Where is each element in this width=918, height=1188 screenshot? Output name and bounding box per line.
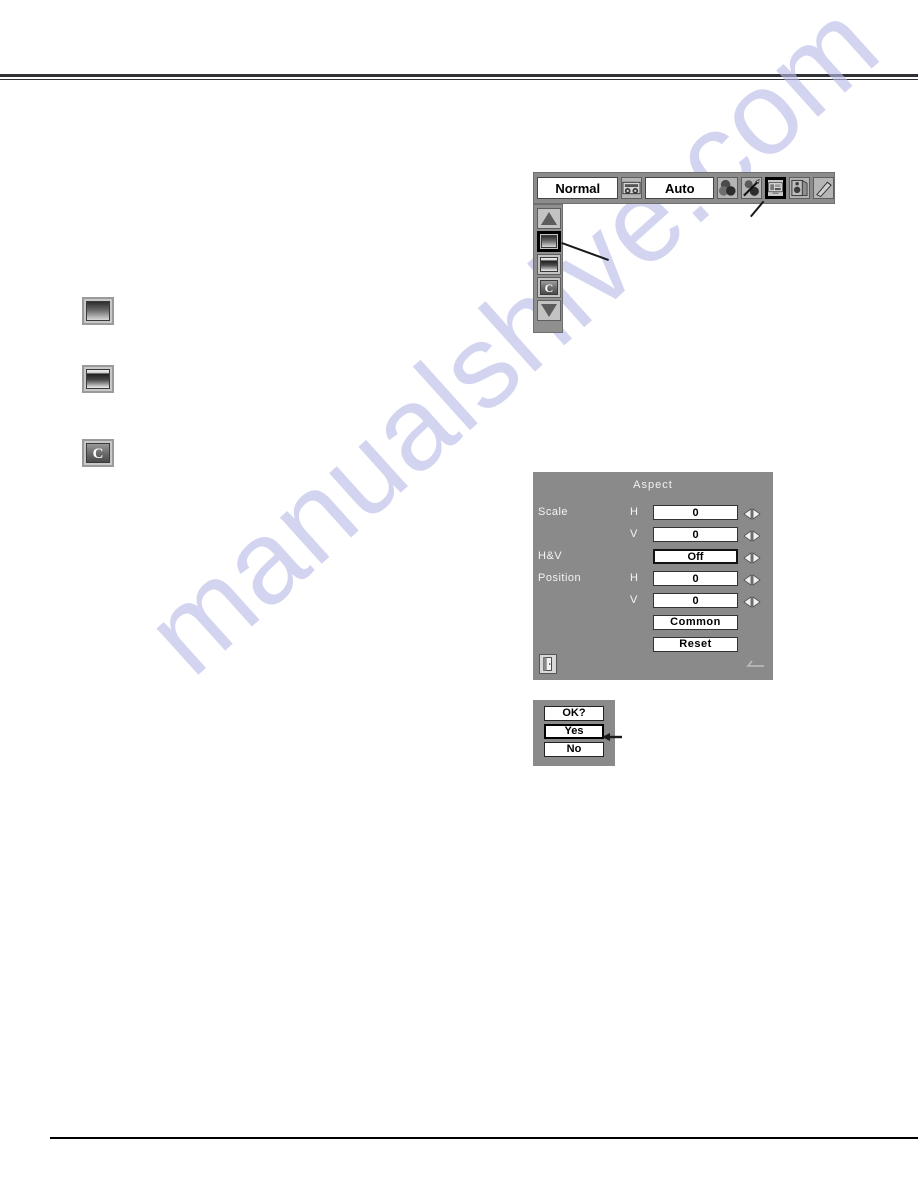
margin-screen-wide-icon [82,365,114,393]
input-mode-field[interactable]: Normal [537,177,619,199]
scroll-up-button[interactable] [537,208,561,229]
row-sublabel: H [630,572,638,584]
confirm-question: OK? [544,706,604,721]
aspect-dialog-title: Aspect [633,479,673,491]
no-button[interactable]: No [544,742,604,757]
position-h-value[interactable]: 0 [653,571,738,586]
screen-wide-glyph [540,257,558,272]
header-rule-thin [0,79,918,80]
left-right-arrows-icon [743,530,761,542]
margin-screen-normal-icon [82,297,114,325]
row-label: H&V [538,550,563,562]
screen-custom-glyph: C [540,280,558,295]
aspect-row-scale-v: V 0 [533,527,773,543]
left-arrow-pointer-icon [601,730,623,742]
image-adjust-icon[interactable] [741,177,762,199]
color-adjust-icon[interactable] [717,177,738,199]
screen-normal-item[interactable] [537,231,561,252]
reset-button[interactable]: Reset [653,637,738,652]
triangle-up-icon [541,212,557,225]
exit-door-icon[interactable] [539,654,557,674]
screen-aspect-icon[interactable] [765,177,786,199]
callout-line-screen-item [561,242,609,261]
row-label: Position [538,572,582,584]
paintbrush-glyph [743,178,760,197]
hv-value[interactable]: Off [653,549,738,564]
screen-aspect-glyph [768,182,783,194]
screen-wide-glyph [86,369,110,389]
header-rule-thick [0,74,918,77]
row-sublabel: V [630,594,638,606]
aspect-row-scale-h: Scale H 0 [533,505,773,521]
back-arrow-glyph [746,660,764,667]
aspect-dialog: Aspect Scale H 0 V 0 H&V Off Position H … [533,472,773,680]
osd-menu-bar: Normal Auto [533,172,835,204]
scroll-down-button[interactable] [537,300,561,321]
pencil-glyph [816,181,832,198]
aspect-row-hv: H&V Off [533,549,773,565]
screen-custom-glyph: C [86,443,110,463]
back-arrow-icon [743,657,765,669]
triangle-down-icon [541,304,557,317]
footer-rule [50,1137,918,1139]
row-label: Scale [538,506,569,518]
osd-aspect-sidebar: C [533,204,563,333]
screen-full-glyph [86,301,110,321]
aspect-row-position-v: V 0 [533,593,773,609]
position-h-stepper[interactable] [743,573,761,586]
page-watermark: manualshive.com [121,0,904,700]
input-source-glyph [622,181,642,195]
left-right-arrows-icon [743,574,761,586]
screen-full-glyph [541,235,557,248]
scale-v-stepper[interactable] [743,529,761,542]
left-right-arrows-icon [743,596,761,608]
aspect-row-position-h: Position H 0 [533,571,773,587]
position-v-value[interactable]: 0 [653,593,738,608]
system-field[interactable]: Auto [645,177,714,199]
speaker-glyph [791,179,808,197]
row-sublabel: H [630,506,638,518]
position-v-stepper[interactable] [743,595,761,608]
color-balls-glyph [718,179,736,196]
scale-h-value[interactable]: 0 [653,505,738,520]
row-sublabel: V [630,528,638,540]
left-right-arrows-icon [743,508,761,520]
yes-button[interactable]: Yes [544,724,604,739]
left-right-arrows-icon [743,552,761,564]
door-glyph [543,657,552,671]
scale-h-stepper[interactable] [743,507,761,520]
scale-v-value[interactable]: 0 [653,527,738,542]
hv-stepper[interactable] [743,551,761,564]
common-button[interactable]: Common [653,615,738,630]
confirm-dialog: OK? Yes No [533,700,622,766]
input-source-icon[interactable] [621,177,643,199]
margin-screen-custom-icon: C [82,439,114,467]
setting-icon[interactable] [813,177,834,199]
screen-wide-item[interactable] [537,254,561,275]
screen-custom-item[interactable]: C [537,277,561,298]
left-arrow-glyph [602,733,622,741]
sound-icon[interactable] [789,177,810,199]
